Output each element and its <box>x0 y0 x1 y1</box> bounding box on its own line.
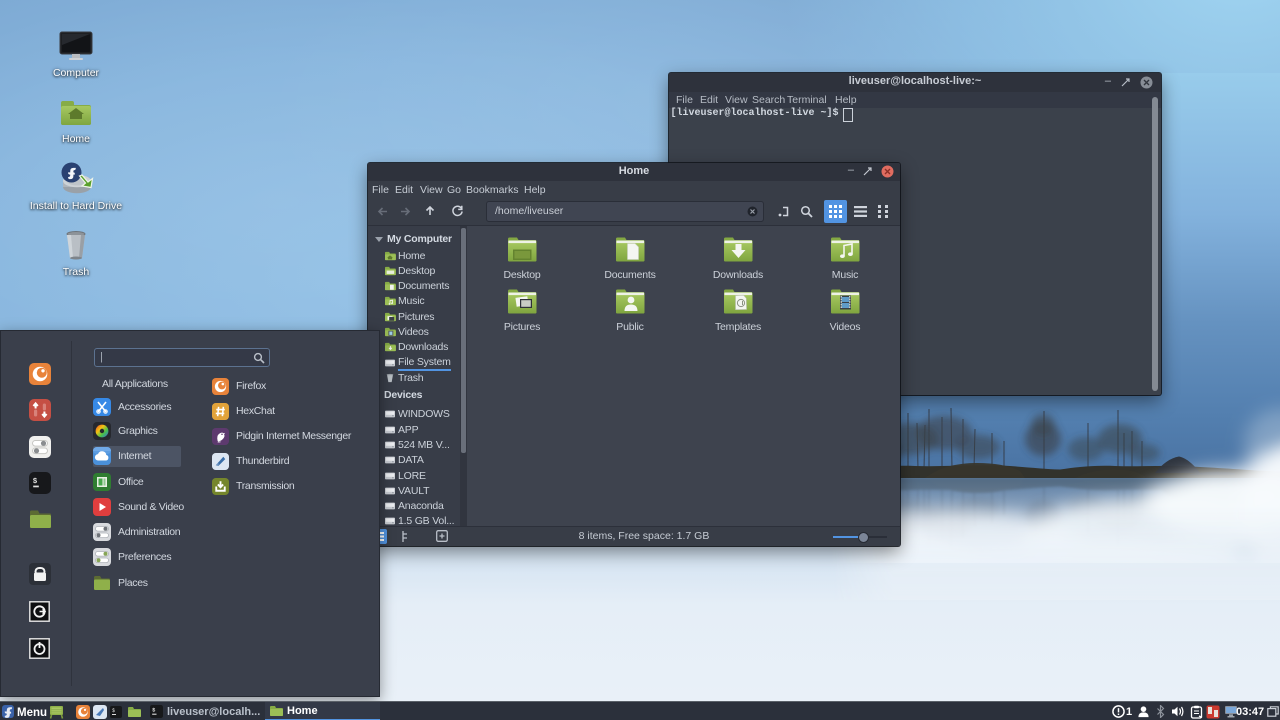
svg-text:$: $ <box>33 478 38 486</box>
svg-text:$: $ <box>112 708 115 714</box>
